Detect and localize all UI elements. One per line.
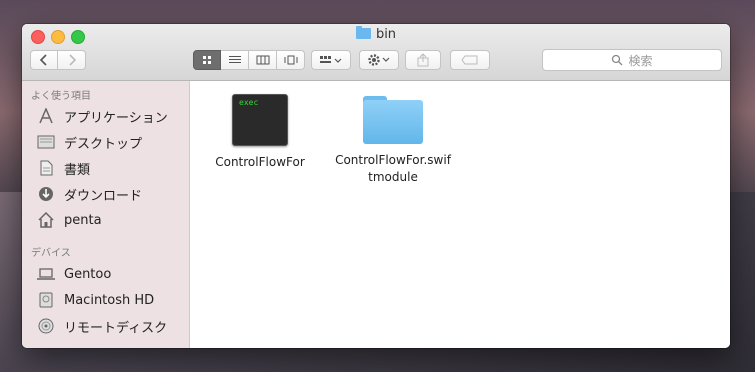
sidebar-item-label: アプリケーション (64, 110, 168, 126)
gear-icon (368, 54, 390, 66)
sidebar-item-label: リモートディスク (64, 320, 168, 336)
cover-flow-view-button[interactable] (277, 50, 305, 70)
tag-icon (461, 55, 478, 65)
folder-icon (363, 94, 423, 144)
sidebar-item-label: Gentoo (64, 266, 112, 282)
file-area: exec ControlFlowFor ControlFlowFor.swif … (190, 81, 730, 348)
sidebar-item-desktop[interactable]: デスクトップ (36, 132, 142, 152)
sidebar-item-label: penta (64, 212, 102, 228)
sidebar-item-label: デスクトップ (64, 136, 143, 152)
list-view-button[interactable] (221, 50, 249, 70)
action-button[interactable] (359, 50, 399, 70)
back-button[interactable] (30, 50, 58, 70)
file-item-executable[interactable]: exec ControlFlowFor (195, 94, 325, 171)
sidebar-item-applications[interactable]: アプリケーション (36, 106, 168, 126)
chevron-left-icon (39, 54, 47, 66)
file-name-line-1: ControlFlowFor.swif (335, 153, 451, 167)
finder-window: bin 検索 よく使う項目 アプリケーション デスクトップ 書類 ダウンロード … (22, 24, 730, 348)
sidebar-item-documents[interactable]: 書類 (36, 158, 90, 178)
sidebar-item-downloads[interactable]: ダウンロード (36, 184, 142, 204)
sidebar-item-label: ダウンロード (64, 188, 143, 204)
file-name-line-2: tmodule (368, 170, 418, 184)
sidebar-item-remote-disc[interactable]: リモートディスク (36, 316, 167, 336)
search-placeholder: 検索 (628, 53, 653, 68)
tags-button[interactable] (450, 50, 490, 70)
terminal-executable-icon: exec (232, 94, 288, 146)
list-icon (228, 56, 241, 63)
share-button[interactable] (405, 50, 441, 70)
laptop-icon (36, 266, 56, 282)
exec-icon-text: exec (239, 98, 259, 107)
view-mode-control (193, 50, 305, 70)
grid-icon (203, 56, 211, 64)
arrange-button[interactable] (311, 50, 351, 70)
file-item-swiftmodule[interactable]: ControlFlowFor.swif tmodule (328, 94, 458, 186)
home-icon (36, 212, 56, 228)
sidebar-item-label: Macintosh HD (64, 292, 155, 308)
arrange-icon (320, 56, 342, 63)
sidebar-heading-devices: デバイス (31, 248, 71, 259)
icon-view-button[interactable] (193, 50, 221, 70)
columns-icon (256, 55, 269, 65)
forward-button[interactable] (58, 50, 86, 70)
column-view-button[interactable] (249, 50, 277, 70)
hard-drive-icon (36, 292, 56, 308)
file-name: ControlFlowFor (215, 155, 305, 169)
window-title-text: bin (375, 27, 397, 42)
file-name: ControlFlowFor.swif tmodule (328, 152, 458, 186)
titlebar: bin 検索 (22, 24, 730, 81)
folder-icon (355, 26, 371, 39)
share-icon (417, 53, 429, 67)
desktop-icon (36, 134, 56, 150)
cover-flow-icon (284, 55, 297, 65)
chevron-right-icon (68, 54, 76, 66)
window-title: bin (22, 26, 730, 43)
nav-buttons (30, 50, 86, 70)
downloads-icon (36, 186, 56, 202)
sidebar-item-home[interactable]: penta (36, 210, 102, 230)
sidebar-item-gentoo[interactable]: Gentoo (36, 264, 111, 284)
sidebar: よく使う項目 アプリケーション デスクトップ 書類 ダウンロード penta デ… (22, 81, 190, 348)
disc-icon (36, 318, 56, 334)
documents-icon (36, 160, 56, 176)
sidebar-item-label: 書類 (64, 162, 91, 178)
applications-icon (36, 108, 56, 124)
search-field[interactable]: 検索 (542, 49, 722, 71)
search-icon (612, 54, 623, 66)
sidebar-heading-favorites: よく使う項目 (31, 91, 91, 102)
sidebar-item-macintosh-hd[interactable]: Macintosh HD (36, 290, 154, 310)
